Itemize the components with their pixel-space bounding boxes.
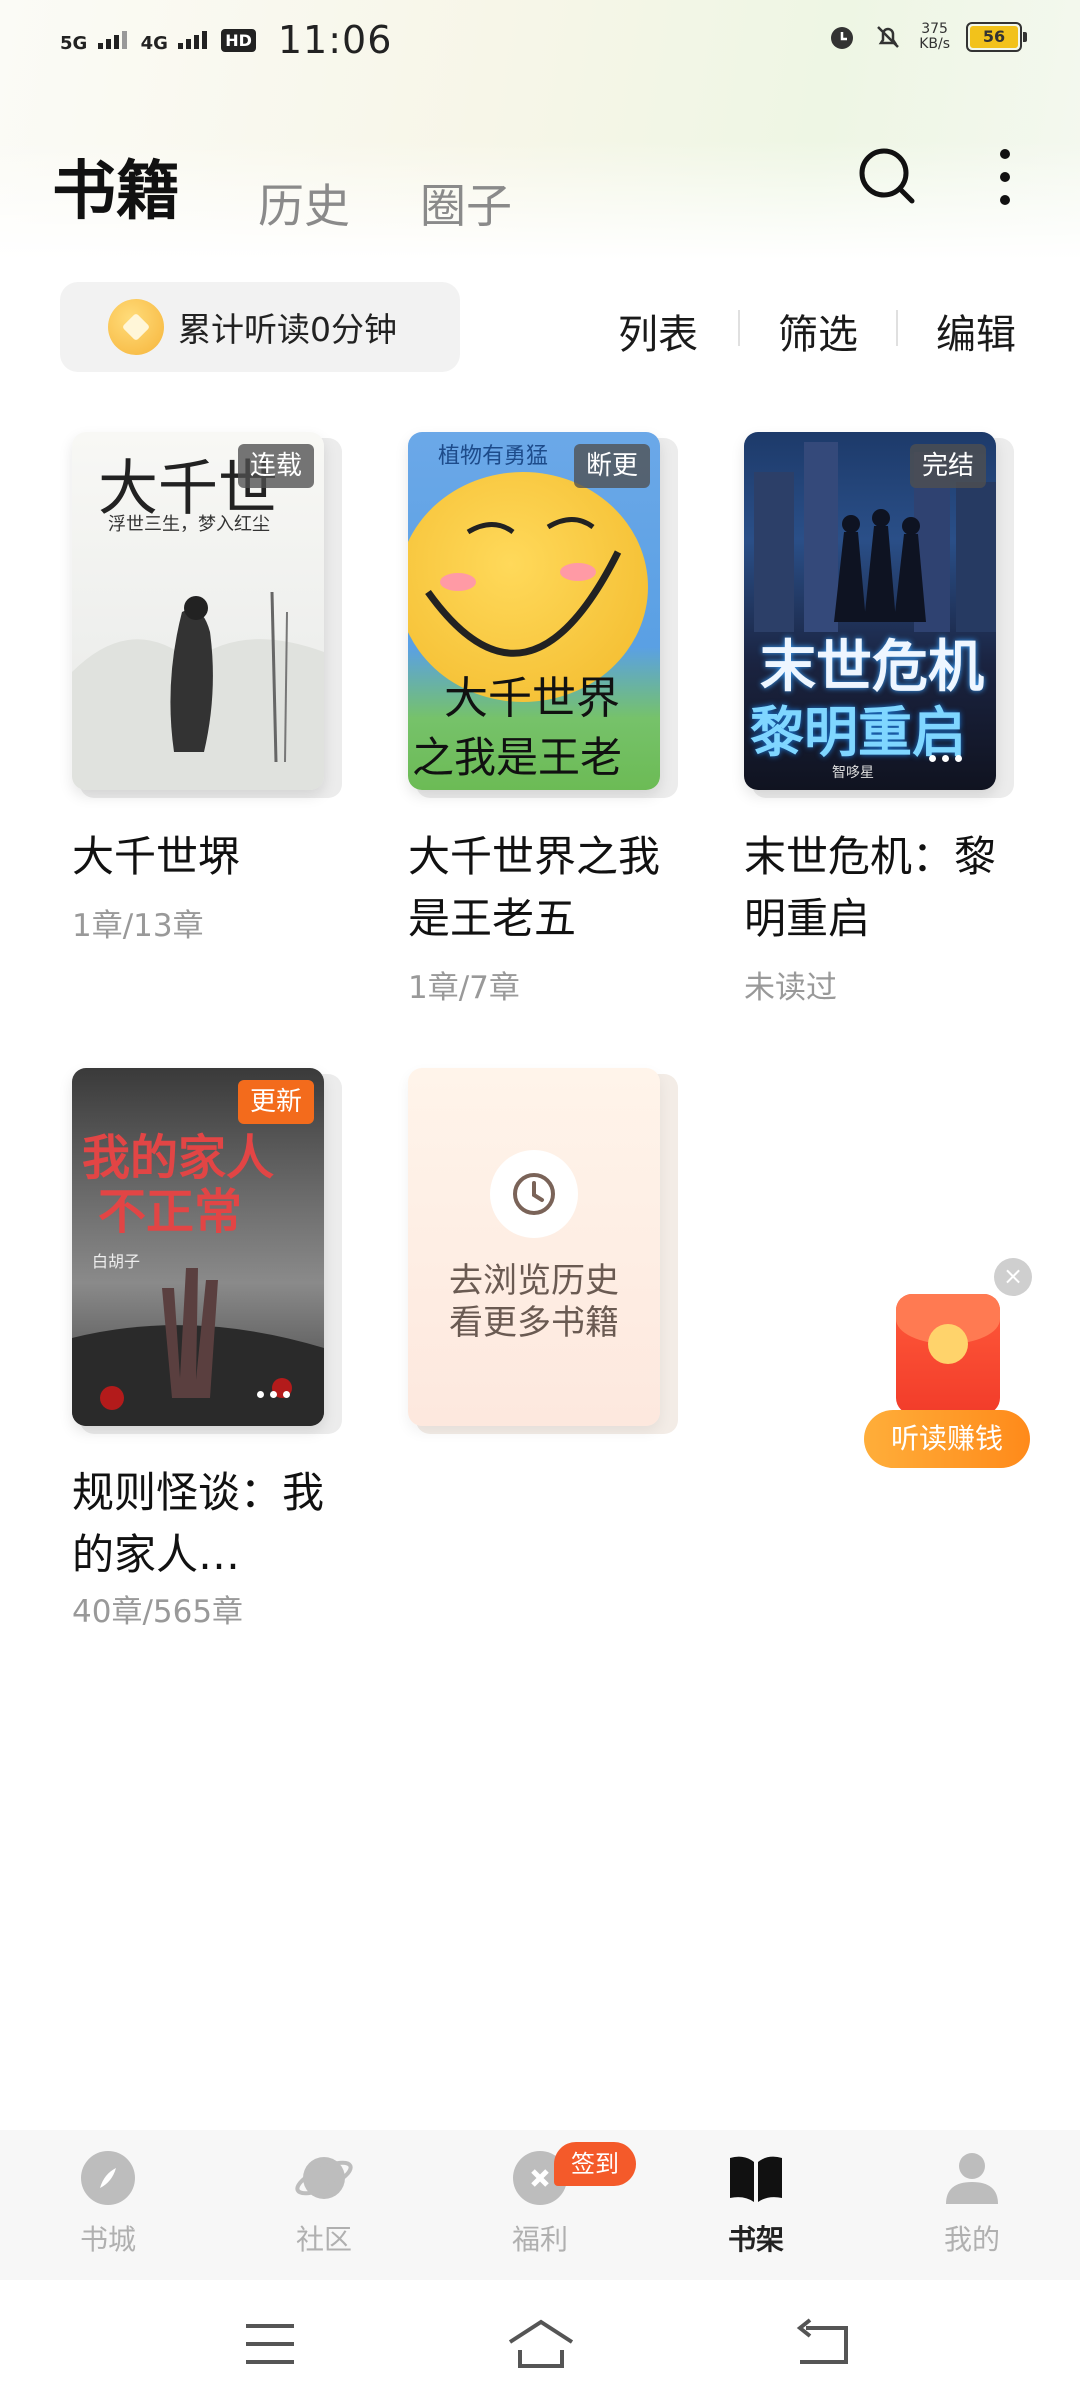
book-cover[interactable]: 末世危机 黎明重启 智哆星 完结 xyxy=(744,432,1014,798)
status-bar: 5G 4G HD 11:06 375 KB/s 56 xyxy=(0,0,1080,84)
clock-icon xyxy=(490,1150,578,1238)
book-card[interactable]: 植物有勇猛 大千世界 之我是王老五 断更 大千世界之我是王老五 1章/7章 xyxy=(408,432,678,1007)
toolbar-divider xyxy=(896,310,898,346)
close-icon[interactable]: × xyxy=(994,1258,1032,1296)
net-label-5g: 5G xyxy=(60,33,88,54)
speed-value: 375 xyxy=(921,21,948,37)
nav-label: 福利 xyxy=(511,2223,568,2256)
bottom-nav: 书城 社区 福利 书架 我的 xyxy=(0,2130,1080,2280)
book-cover[interactable]: 我的家人 不正常 白胡子 更新 xyxy=(72,1068,342,1434)
nav-item-community[interactable]: 社区 xyxy=(254,2148,394,2258)
book-card[interactable]: 我的家人 不正常 白胡子 更新 规则怪谈：我的家人… 40章/565章 xyxy=(72,1068,342,1631)
cover-title-line2: 之我是王老五 xyxy=(412,733,623,782)
book-title[interactable]: 大千世堺 xyxy=(72,826,332,888)
cover-dots-icon xyxy=(929,755,962,762)
book-progress: 未读过 xyxy=(744,970,837,1006)
status-badge: 断更 xyxy=(573,444,650,488)
red-packet-icon[interactable] xyxy=(896,1294,1000,1414)
cover-top-text: 植物有勇猛 xyxy=(438,444,549,469)
tab-circle[interactable]: 圈子 xyxy=(420,170,512,236)
history-card-text: 去浏览历史 看更多书籍 xyxy=(408,1260,660,1344)
system-nav-bar xyxy=(0,2280,1080,2408)
cover-subtitle: 浮世三生，梦入红尘 xyxy=(108,514,270,535)
cover-author: 智哆星 xyxy=(832,765,874,781)
book-title[interactable]: 规则怪谈：我的家人… xyxy=(72,1462,332,1586)
cover-dots-icon xyxy=(257,1391,290,1398)
home-icon[interactable] xyxy=(506,2316,576,2372)
network-speed: 375 KB/s xyxy=(919,22,950,52)
edit-button[interactable]: 编辑 xyxy=(936,302,1016,360)
history-line2: 看更多书籍 xyxy=(449,1303,619,1343)
status-time: 11:06 xyxy=(277,18,393,62)
listen-time-pill[interactable]: 累计听读0分钟 xyxy=(60,282,460,372)
nav-item-bookstore[interactable]: 书城 xyxy=(38,2148,178,2258)
net-label-4g: 4G xyxy=(140,33,168,54)
book-card[interactable]: 大千世 浮世三生，梦入红尘 连载 大千世堺 1章/13章 xyxy=(72,432,342,945)
cover-hand-illustration xyxy=(72,1268,324,1426)
browse-history-card[interactable]: 去浏览历史 看更多书籍 xyxy=(408,1068,678,1434)
toolbar-divider xyxy=(738,310,740,346)
cover-title-line1: 大千世界 xyxy=(444,673,620,724)
compass-icon xyxy=(81,2151,135,2205)
status-badge: 连载 xyxy=(237,444,314,488)
sign-in-badge[interactable]: 签到 xyxy=(554,2142,636,2186)
person-icon xyxy=(946,2153,998,2204)
signal-bars-icon xyxy=(97,27,127,49)
listen-time-text: 累计听读0分钟 xyxy=(178,310,397,349)
signal-bars-icon xyxy=(178,27,208,49)
tab-history[interactable]: 历史 xyxy=(258,170,350,236)
mute-bell-icon xyxy=(877,26,900,48)
battery-level: 56 xyxy=(970,26,1018,48)
book-open-icon xyxy=(730,2156,782,2202)
nav-item-mine[interactable]: 我的 xyxy=(902,2148,1042,2258)
search-icon[interactable] xyxy=(856,146,918,208)
status-badge: 完结 xyxy=(909,444,986,488)
cover-illustration xyxy=(72,591,324,790)
menu-icon[interactable] xyxy=(240,2316,300,2372)
book-progress: 1章/7章 xyxy=(408,970,520,1006)
more-vertical-icon[interactable] xyxy=(990,146,1020,208)
filter-button[interactable]: 筛选 xyxy=(778,302,858,360)
back-icon[interactable] xyxy=(792,2316,852,2372)
history-line1: 去浏览历史 xyxy=(449,1261,619,1301)
book-title[interactable]: 大千世界之我是王老五 xyxy=(408,826,668,950)
cover-title-line2: 不正常 xyxy=(98,1184,243,1240)
listen-earn-button[interactable]: 听读赚钱 xyxy=(864,1410,1030,1468)
signal-5g: 5G xyxy=(60,27,127,53)
nav-label: 社区 xyxy=(295,2223,352,2256)
book-progress: 1章/13章 xyxy=(72,908,204,944)
coin-icon xyxy=(108,299,164,355)
book-cover[interactable]: 植物有勇猛 大千世界 之我是王老五 断更 xyxy=(408,432,678,798)
nav-item-bookshelf[interactable]: 书架 xyxy=(686,2148,826,2258)
book-cover[interactable]: 大千世 浮世三生，梦入红尘 连载 xyxy=(72,432,342,798)
hd-icon: HD xyxy=(221,28,256,52)
speed-unit: KB/s xyxy=(919,36,950,52)
book-title[interactable]: 末世危机：黎明重启 xyxy=(744,826,1004,950)
list-view-button[interactable]: 列表 xyxy=(618,302,698,360)
header: 书籍 历史 圈子 xyxy=(0,130,1080,240)
battery-icon: 56 xyxy=(966,22,1027,52)
status-badge: 更新 xyxy=(237,1080,314,1124)
alarm-icon xyxy=(831,27,854,49)
tab-books[interactable]: 书籍 xyxy=(52,140,180,232)
nav-label: 书城 xyxy=(79,2223,136,2256)
packet-seal xyxy=(928,1324,968,1364)
nav-label: 我的 xyxy=(943,2223,1000,2256)
nav-label: 书架 xyxy=(727,2223,784,2256)
signal-4g: 4G xyxy=(141,27,208,53)
book-card[interactable]: 末世危机 黎明重启 智哆星 完结 末世危机：黎明重启 未读过 xyxy=(744,432,1014,1007)
planet-icon xyxy=(295,2157,353,2199)
book-progress: 40章/565章 xyxy=(72,1594,244,1630)
